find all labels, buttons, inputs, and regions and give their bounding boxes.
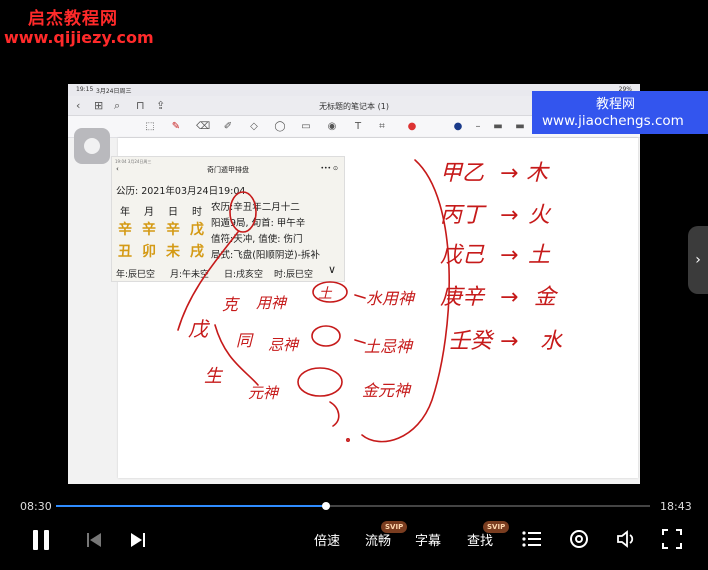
lasso-icon: ⬚	[145, 121, 155, 132]
device-time: 19:15	[76, 86, 94, 93]
stem-year: 辛	[118, 222, 132, 238]
speed-button[interactable]: 倍速	[314, 530, 340, 549]
next-button[interactable]	[130, 532, 146, 552]
expand-chevron-icon: ∨	[327, 263, 336, 276]
phone-app-title: 奇门遁甲排盘	[207, 166, 249, 174]
info-lunar: 农历:辛丑年二月十二	[211, 202, 300, 213]
qimen-chart-screenshot: 19:04 3月24日周三 ‹ 奇门遁甲排盘 ••• ⊙ 公历: 2021年03…	[111, 156, 345, 282]
current-time: 08:30	[20, 500, 52, 513]
device-date: 3月24日周三	[96, 88, 132, 95]
blue-color-icon: ●	[453, 121, 463, 132]
eraser-icon: ⌫	[196, 121, 211, 132]
player-controls: 倍速 SVIP 流畅 字幕 SVIP 查找	[0, 518, 708, 570]
seek-track[interactable]	[56, 502, 650, 510]
quality-button[interactable]: 流畅	[365, 530, 391, 549]
watermark-site-name: 启杰教程网	[28, 9, 118, 29]
seek-fill	[56, 505, 326, 507]
branch-hour: 戌	[190, 244, 204, 260]
note-canvas[interactable]: 19:04 3月24日周三 ‹ 奇门遁甲排盘 ••• ⊙ 公历: 2021年03…	[111, 138, 638, 478]
info-zhifu: 值符:天冲, 值使: 伤门	[211, 234, 303, 245]
chart-date: 公历: 2021年03月24日19:04	[116, 186, 246, 197]
total-time: 18:43	[660, 500, 692, 513]
seek-knob[interactable]	[321, 502, 330, 510]
info-style: 局式:飞盘(阳顺阴逆)-拆补	[211, 250, 321, 261]
video-frame[interactable]: 19:15 3月24日周三 29% ‹ ⊞ ⌕ ⊓ ⇪ 无标题的笔记本 (1) …	[68, 84, 640, 484]
medium-stroke-icon: ▬	[493, 121, 503, 132]
pillar-header-day: 日	[168, 207, 178, 218]
previous-button[interactable]	[86, 532, 102, 552]
volume-icon	[617, 530, 634, 548]
watermark-right-url: www.jiaochengs.com	[542, 113, 684, 129]
void-day: 日:戌亥空	[224, 270, 264, 280]
settings-icon	[570, 530, 588, 548]
watermark-site-url: www.qijiezy.com	[4, 28, 154, 47]
thin-stroke-icon: –	[475, 121, 481, 132]
branch-day: 未	[166, 244, 180, 260]
next-slide-button[interactable]: ›	[688, 226, 708, 294]
pillar-header-hour: 时	[192, 207, 202, 218]
pillar-header-month: 月	[144, 207, 154, 218]
void-month: 月:午未空	[170, 270, 210, 280]
stem-month: 辛	[142, 222, 156, 238]
branch-year: 丑	[118, 244, 132, 260]
info-ju: 阳遁9局, 旬首: 甲午辛	[211, 218, 306, 229]
pen-icon: ✎	[171, 121, 181, 132]
stem-hour: 戊	[190, 222, 204, 238]
skip-next-icon	[131, 533, 145, 547]
camera-icon: ◉	[327, 121, 337, 132]
void-hour: 时:辰巳空	[274, 270, 314, 280]
search-button[interactable]: 查找	[467, 530, 493, 549]
watermark-top: 启杰教程网 www.qijiezy.com	[0, 0, 160, 52]
highlighter-icon: ✐	[223, 121, 233, 132]
volume-button[interactable]	[616, 529, 638, 553]
stem-day: 辛	[166, 222, 180, 238]
settings-button[interactable]	[569, 529, 589, 553]
image-icon: ▭	[301, 121, 311, 132]
playlist-button[interactable]	[522, 530, 542, 552]
thick-stroke-icon: ▬	[515, 121, 525, 132]
phone-menu-icon: ••• ⊙	[320, 165, 338, 172]
watermark-right-name: 教程网	[596, 97, 636, 112]
list-icon	[522, 531, 541, 547]
pause-button[interactable]	[32, 529, 50, 555]
watermark-right: 教程网 www.jiaochengs.com	[532, 91, 708, 134]
void-year: 年:辰巳空	[116, 270, 156, 280]
subtitle-button[interactable]: 字幕	[415, 530, 441, 549]
fullscreen-icon	[662, 529, 682, 549]
progress-bar: 08:30 18:43	[0, 494, 708, 518]
shape-icon: ◇	[250, 121, 258, 132]
branch-month: 卯	[142, 244, 156, 260]
link-icon: ⌗	[379, 121, 385, 132]
text-icon: T	[354, 121, 362, 132]
fullscreen-button[interactable]	[662, 529, 682, 553]
skip-previous-icon	[87, 533, 101, 547]
presenter-avatar	[74, 128, 110, 164]
red-color-icon: ●	[407, 121, 417, 132]
pillar-header-year: 年	[120, 207, 130, 218]
lasso-select-icon: ◯	[274, 121, 286, 132]
pause-icon	[33, 530, 49, 550]
